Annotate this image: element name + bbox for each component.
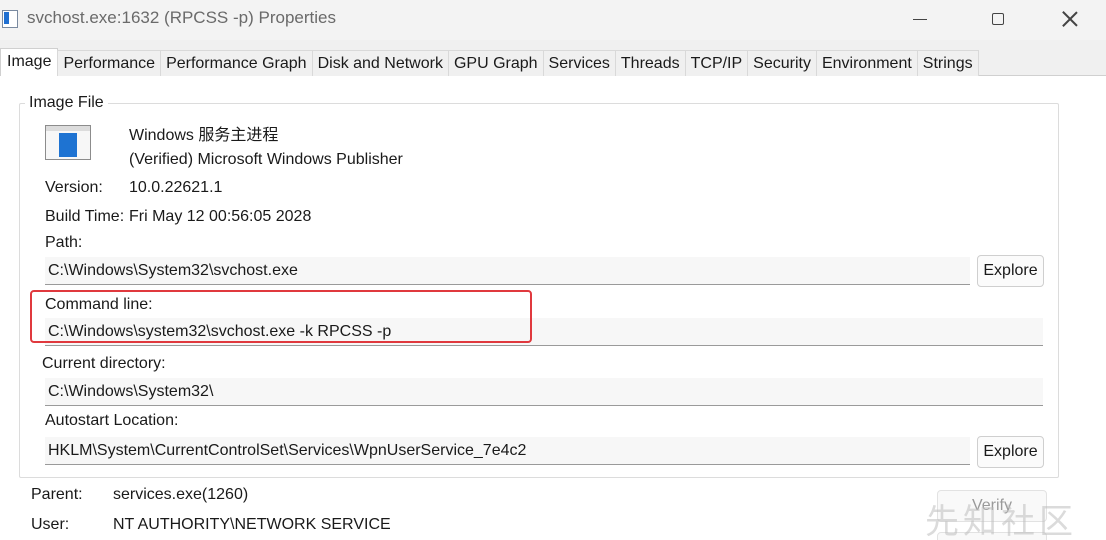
maximize-icon [992,13,1004,25]
tab-performance-graph[interactable]: Performance Graph [160,50,313,76]
explore-path-button[interactable]: Explore [977,255,1044,287]
close-icon [1062,11,1078,27]
company-name: (Verified) Microsoft Windows Publisher [129,151,403,168]
tab-threads[interactable]: Threads [614,50,686,76]
tab-performance[interactable]: Performance [57,50,162,76]
explore-autostart-button[interactable]: Explore [977,436,1044,468]
version-label: Version: [45,179,103,196]
minimize-button[interactable] [890,0,950,38]
tab-strings[interactable]: Strings [916,50,979,76]
parent-value: services.exe(1260) [113,486,249,503]
current-directory-field[interactable]: C:\Windows\System32\ [45,378,1043,406]
tab-tcp-ip[interactable]: TCP/IP [684,50,749,76]
tab-security[interactable]: Security [747,50,817,76]
minimize-icon [913,18,927,20]
version-value: 10.0.22621.1 [129,179,223,196]
tab-disk-and-network[interactable]: Disk and Network [311,50,449,76]
tab-gpu-graph[interactable]: GPU Graph [447,50,544,76]
window-title: svchost.exe:1632 (RPCSS -p) Properties [27,8,336,27]
build-time-value: Fri May 12 00:56:05 2028 [129,208,312,225]
executable-icon [45,125,91,160]
command-line-label: Command line: [45,296,153,313]
path-label: Path: [45,234,83,251]
path-field[interactable]: C:\Windows\System32\svchost.exe [45,257,970,285]
build-time-label: Build Time: [45,208,125,225]
user-label: User: [31,516,70,533]
title-bar[interactable]: svchost.exe:1632 (RPCSS -p) Properties [0,0,1106,40]
command-line-field[interactable]: C:\Windows\system32\svchost.exe -k RPCSS… [45,318,1043,346]
autostart-location-label: Autostart Location: [45,412,179,429]
user-value: NT AUTHORITY\NETWORK SERVICE [113,516,391,533]
parent-label: Parent: [31,486,83,503]
file-description: Windows 服务主进程 [129,127,279,144]
image-file-group-title: Image File [25,94,108,112]
tab-image[interactable]: Image [0,48,59,76]
process-properties-window: svchost.exe:1632 (RPCSS -p) Properties I… [0,0,1106,540]
app-icon [2,10,18,28]
current-directory-label: Current directory: [42,355,166,372]
tab-environment[interactable]: Environment [815,50,918,76]
close-button[interactable] [1040,0,1100,38]
tab-services[interactable]: Services [542,50,616,76]
watermark: 先知社区 [925,503,1077,540]
tab-bar: Image Performance Performance Graph Disk… [0,48,979,76]
autostart-location-field[interactable]: HKLM\System\CurrentControlSet\Services\W… [45,437,970,465]
maximize-button[interactable] [968,0,1028,38]
